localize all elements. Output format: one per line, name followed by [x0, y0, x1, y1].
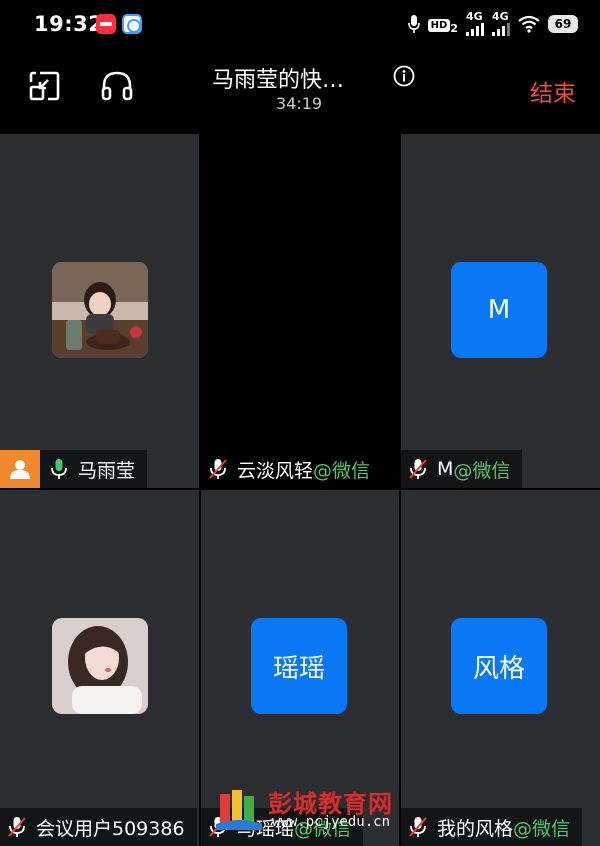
- participant-source: @微信: [453, 459, 511, 482]
- microphone-muted-icon: [209, 459, 227, 479]
- participant-source: @微信: [313, 459, 371, 482]
- meeting-timer: 34:19: [276, 94, 323, 113]
- microphone-muted-icon: [409, 817, 427, 837]
- participant-tile[interactable]: 马雨莹: [0, 134, 199, 488]
- signal-strength-2: 4G: [492, 11, 510, 36]
- signal-strength-1: 4G: [466, 11, 484, 36]
- participant-avatar-photo: [52, 618, 148, 714]
- participant-tile[interactable]: 会议用户509386: [0, 490, 199, 846]
- participant-source: @微信: [513, 817, 571, 840]
- info-icon[interactable]: [393, 65, 415, 87]
- books-logo-icon: [216, 790, 262, 830]
- participant-name: 云淡风轻: [237, 459, 314, 482]
- participant-name-bar: M @微信: [401, 450, 523, 488]
- host-badge-icon: [0, 450, 40, 488]
- microphone-muted-icon: [8, 817, 26, 837]
- participant-avatar-letter: 瑶瑶: [251, 618, 347, 714]
- participant-tile[interactable]: 风格 我的风格 @微信: [401, 490, 600, 846]
- meeting-title[interactable]: 马雨莹的快…: [212, 62, 344, 94]
- participant-name-bar: 会议用户509386: [0, 808, 197, 846]
- watermark-url: www.pcjyedu.cn: [272, 814, 391, 830]
- meeting-header: 马雨莹的快… 34:19 结束: [0, 48, 600, 134]
- microphone-on-icon: [51, 459, 67, 479]
- status-bar: 19:32 HD 2 4G 4G 69: [0, 0, 600, 48]
- participant-name: M: [437, 458, 454, 480]
- search-app-notification-icon: [122, 14, 142, 34]
- participant-name-bar: 云淡风轻 @微信: [201, 450, 383, 488]
- hd-badge: HD 2: [427, 13, 458, 35]
- participant-name: 我的风格: [437, 817, 514, 840]
- end-meeting-button[interactable]: 结束: [530, 74, 576, 108]
- participant-grid: 马雨莹 云淡风轻 @微信 M M @微信 会议用户509386 瑶瑶 马瑶瑶 @…: [0, 134, 600, 846]
- participant-avatar-letter: M: [451, 262, 547, 358]
- battery-indicator: 69: [548, 15, 578, 33]
- status-indicators: HD 2 4G 4G 69: [407, 11, 578, 36]
- status-time: 19:32: [34, 12, 104, 36]
- wifi-icon: [518, 15, 540, 33]
- participant-avatar-letter: 风格: [451, 618, 547, 714]
- participant-tile[interactable]: 云淡风轻 @微信: [201, 134, 399, 488]
- app-notification-icon: [96, 14, 116, 34]
- participant-name-bar: 马雨莹: [0, 450, 148, 488]
- participant-avatar-photo: [52, 262, 148, 358]
- participant-name: 会议用户509386: [36, 817, 185, 840]
- minimize-window-icon[interactable]: [28, 70, 60, 102]
- microphone-muted-icon: [409, 459, 427, 479]
- watermark: 彭城教育网 www.pcjyedu.cn: [216, 784, 396, 834]
- headphones-icon[interactable]: [100, 70, 134, 102]
- participant-name-bar: 我的风格 @微信: [401, 808, 583, 846]
- participant-name: 马雨莹: [78, 459, 136, 482]
- microphone-status-icon: [407, 15, 420, 33]
- participant-tile[interactable]: M M @微信: [401, 134, 600, 488]
